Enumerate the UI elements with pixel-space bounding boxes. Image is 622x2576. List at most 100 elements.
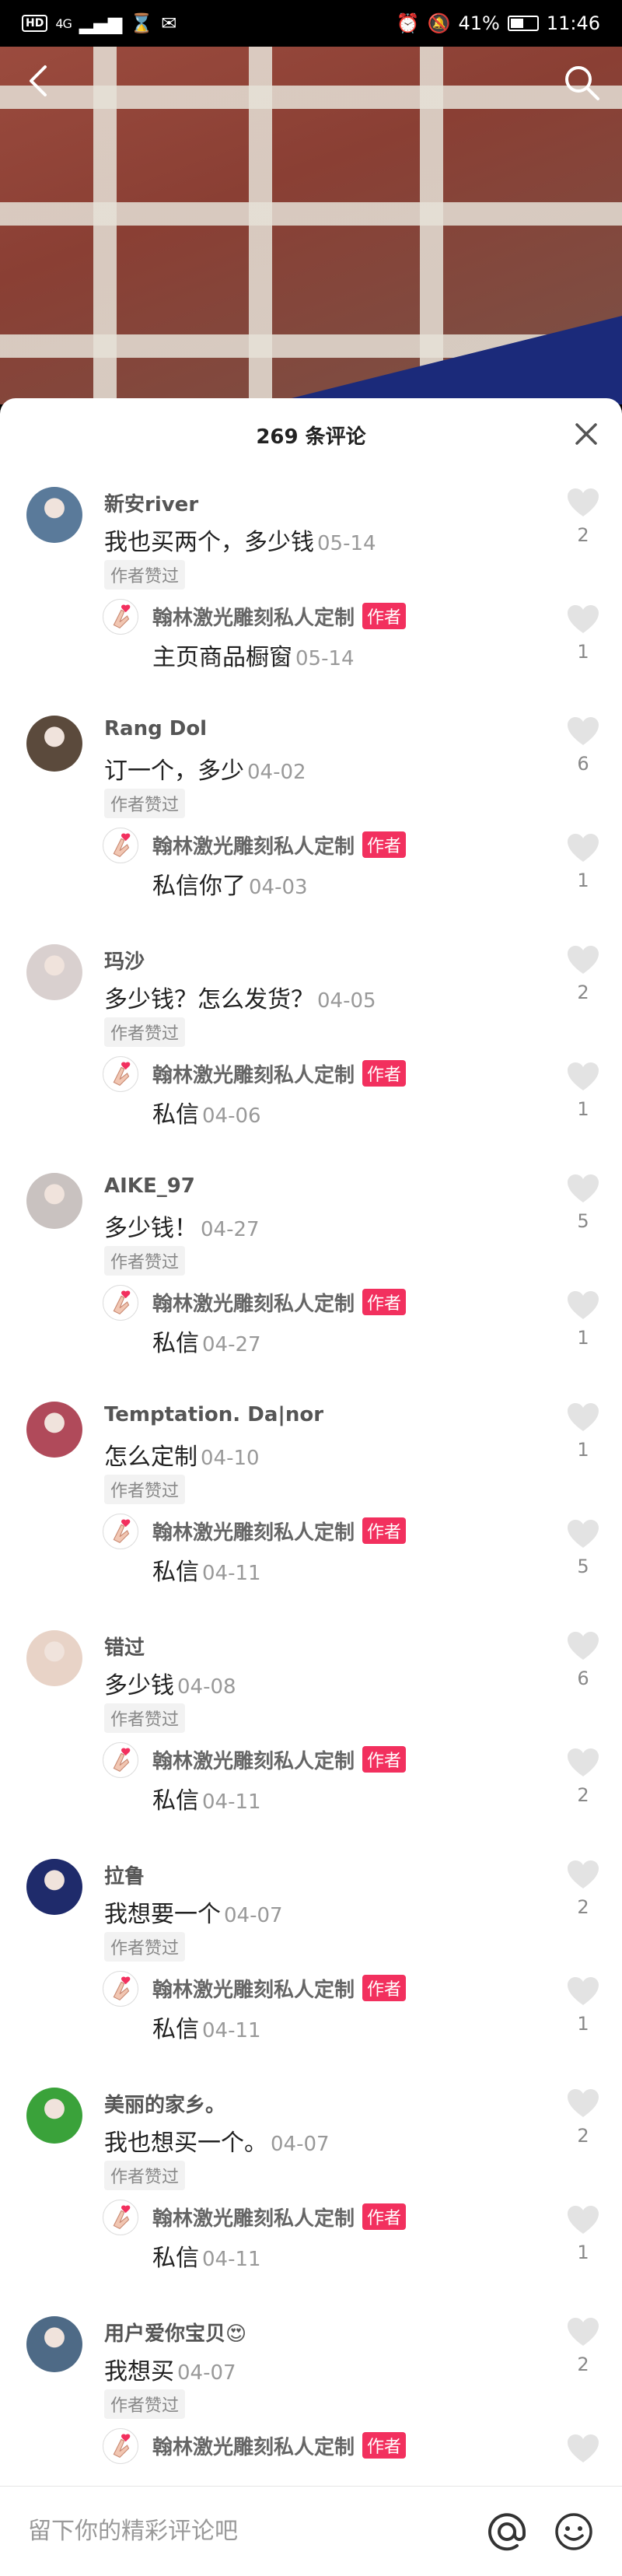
reply-date: 04-27 bbox=[202, 1333, 261, 1356]
reply-like-count: 2 bbox=[577, 1784, 589, 1806]
reply-author[interactable]: 翰林激光雕刻私人定制 作者 bbox=[152, 831, 407, 859]
like-button[interactable]: 2 bbox=[564, 1859, 602, 1918]
commenter-name[interactable]: 用户爱你宝贝😍 bbox=[104, 2318, 246, 2347]
reply-text[interactable]: 私信 04-11 bbox=[152, 1552, 261, 1587]
comment-item[interactable]: AIKE_97 多少钱！ 04-27 作者赞过 5 翰林激光雕刻私人定制 作者 私信 04-27… bbox=[0, 1157, 622, 1386]
reply-like-button[interactable]: 5 bbox=[564, 1518, 602, 1577]
reply-text[interactable]: 私信 04-06 bbox=[152, 1095, 261, 1129]
reply-author[interactable]: 翰林激光雕刻私人定制 作者 bbox=[152, 1059, 407, 1088]
commenter-name[interactable]: Rang Dol bbox=[104, 717, 207, 740]
commenter-name[interactable]: 错过 bbox=[104, 1632, 145, 1661]
reply-like-button[interactable]: 1 bbox=[564, 604, 602, 663]
reply-text[interactable]: 私信你了 04-03 bbox=[152, 866, 308, 901]
reply-body: 私信 bbox=[152, 1787, 199, 1815]
comment-input-bar bbox=[0, 2486, 622, 2576]
reply-author[interactable]: 翰林激光雕刻私人定制 作者 bbox=[152, 1745, 407, 1774]
comment-item[interactable]: Rang Dol 订一个，多少 04-02 作者赞过 6 翰林激光雕刻私人定制 作者私信你了… bbox=[0, 700, 622, 929]
like-button[interactable]: 2 bbox=[564, 2088, 602, 2147]
reply-author[interactable]: 翰林激光雕刻私人定制 作者 bbox=[152, 602, 407, 631]
author-avatar[interactable] bbox=[103, 599, 138, 635]
comment-item[interactable]: 新安river 我也买两个，多少钱 05-14 作者赞过 2 翰林激光雕刻私人定制 作者 主页… bbox=[0, 471, 622, 700]
commenter-name[interactable]: 美丽的家乡。 bbox=[104, 2089, 225, 2118]
comment-item[interactable]: 美丽的家乡。 我也想买一个。 04-07 作者赞过 2 翰林激光雕刻私人定制 作者 私信 04-… bbox=[0, 2072, 622, 2301]
author-avatar[interactable] bbox=[103, 828, 138, 863]
comment-date: 04-07 bbox=[224, 1904, 283, 1927]
comment-text[interactable]: 我也买两个，多少钱 05-14 bbox=[104, 523, 376, 557]
comment-item[interactable]: 错过 多少钱 04-08 作者赞过 6 翰林激光雕刻私人定制 作者 私信 04-11 2 bbox=[0, 1615, 622, 1843]
like-button[interactable]: 2 bbox=[564, 944, 602, 1003]
reply-text[interactable]: 主页商品橱窗 05-14 bbox=[152, 638, 355, 672]
author-avatar[interactable] bbox=[103, 1742, 138, 1778]
reply-author-name: 翰林激光雕刻私人定制 bbox=[152, 1750, 355, 1773]
at-icon[interactable] bbox=[485, 2510, 529, 2553]
reply-author[interactable]: 翰林激光雕刻私人定制 作者 bbox=[152, 1288, 407, 1317]
reply-like-button[interactable]: 1 bbox=[564, 2204, 602, 2263]
reply-author[interactable]: 翰林激光雕刻私人定制 作者 bbox=[152, 1974, 407, 2003]
commenter-name[interactable]: 拉鲁 bbox=[104, 1860, 145, 1889]
comment-text[interactable]: 订一个，多少 04-02 bbox=[104, 751, 306, 786]
author-avatar[interactable] bbox=[103, 2200, 138, 2235]
author-avatar[interactable] bbox=[103, 2428, 138, 2464]
author-badge: 作者 bbox=[362, 1060, 407, 1087]
like-button[interactable]: 2 bbox=[564, 2316, 602, 2375]
reply-like-button[interactable]: 1 bbox=[564, 1061, 602, 1120]
commenter-name[interactable]: AIKE_97 bbox=[104, 1174, 195, 1198]
search-icon[interactable] bbox=[561, 62, 602, 103]
comment-input[interactable] bbox=[28, 2518, 485, 2545]
like-count: 5 bbox=[577, 1210, 589, 1232]
avatar[interactable] bbox=[26, 1630, 82, 1686]
reply-author[interactable]: 翰林激光雕刻私人定制 作者 bbox=[152, 1517, 407, 1545]
reply-text[interactable]: 私信 04-11 bbox=[152, 2010, 261, 2044]
comment-text[interactable]: 多少钱？怎么发货？ 04-05 bbox=[104, 980, 376, 1014]
close-icon[interactable] bbox=[572, 420, 600, 448]
like-button[interactable]: 6 bbox=[564, 1630, 602, 1689]
avatar[interactable] bbox=[26, 1402, 82, 1458]
emoji-icon[interactable] bbox=[554, 2511, 594, 2552]
comment-text[interactable]: 我想买 04-07 bbox=[104, 2352, 236, 2386]
avatar[interactable] bbox=[26, 944, 82, 1000]
reply-author[interactable]: 翰林激光雕刻私人定制 作者 bbox=[152, 2203, 407, 2231]
avatar[interactable] bbox=[26, 716, 82, 772]
author-liked-badge: 作者赞过 bbox=[104, 789, 186, 818]
comment-item[interactable]: 玛沙 多少钱？怎么发货？ 04-05 作者赞过 2 翰林激光雕刻私人定制 作者 私信 04-06… bbox=[0, 929, 622, 1157]
chevron-left-icon[interactable] bbox=[22, 62, 59, 100]
reply-date: 05-14 bbox=[295, 647, 355, 670]
commenter-name[interactable]: 新安river bbox=[104, 488, 198, 517]
comment-item[interactable]: 拉鲁 我想要一个 04-07 作者赞过 2 翰林激光雕刻私人定制 作者 私信 04-11 1 bbox=[0, 1843, 622, 2072]
reply-date: 04-11 bbox=[202, 2019, 261, 2042]
reply-author[interactable]: 翰林激光雕刻私人定制 作者 bbox=[152, 2431, 407, 2460]
comment-text[interactable]: 我也想买一个。 04-07 bbox=[104, 2123, 330, 2158]
avatar[interactable] bbox=[26, 2088, 82, 2144]
commenter-name[interactable]: Temptation. Da|nor bbox=[104, 1403, 323, 1426]
video-background[interactable] bbox=[0, 47, 622, 404]
author-avatar[interactable] bbox=[103, 1971, 138, 2007]
like-button[interactable]: 2 bbox=[564, 487, 602, 546]
comment-body: 多少钱？怎么发货？ bbox=[104, 986, 314, 1013]
reply-like-button[interactable]: 1 bbox=[564, 1976, 602, 2035]
like-button[interactable]: 6 bbox=[564, 716, 602, 775]
author-avatar[interactable] bbox=[103, 1514, 138, 1549]
reply-author-name: 翰林激光雕刻私人定制 bbox=[152, 1293, 355, 1316]
comment-text[interactable]: 多少钱 04-08 bbox=[104, 1666, 236, 1700]
commenter-name[interactable]: 玛沙 bbox=[104, 946, 145, 975]
comment-item[interactable]: Temptation. Da|nor 怎么定制 04-10 作者赞过 1 翰林激光雕刻私人… bbox=[0, 1386, 622, 1615]
reply-like-button[interactable]: 2 bbox=[564, 1747, 602, 1806]
reply-author-name: 翰林激光雕刻私人定制 bbox=[152, 1521, 355, 1545]
comment-text[interactable]: 我想要一个 04-07 bbox=[104, 1895, 283, 1929]
author-avatar[interactable] bbox=[103, 1285, 138, 1321]
avatar[interactable] bbox=[26, 487, 82, 543]
avatar[interactable] bbox=[26, 1859, 82, 1915]
like-button[interactable]: 5 bbox=[564, 1173, 602, 1232]
avatar[interactable] bbox=[26, 1173, 82, 1229]
reply-like-button[interactable] bbox=[564, 2433, 602, 2470]
reply-text[interactable]: 私信 04-11 bbox=[152, 2238, 261, 2273]
comment-text[interactable]: 怎么定制 04-10 bbox=[104, 1437, 260, 1472]
reply-like-button[interactable]: 1 bbox=[564, 1290, 602, 1349]
reply-text[interactable]: 私信 04-11 bbox=[152, 1781, 261, 1815]
author-avatar[interactable] bbox=[103, 1056, 138, 1092]
reply-like-button[interactable]: 1 bbox=[564, 832, 602, 891]
avatar[interactable] bbox=[26, 2316, 82, 2372]
reply-text[interactable]: 私信 04-27 bbox=[152, 1324, 261, 1358]
comment-text[interactable]: 多少钱！ 04-27 bbox=[104, 1209, 260, 1243]
like-button[interactable]: 1 bbox=[564, 1402, 602, 1461]
